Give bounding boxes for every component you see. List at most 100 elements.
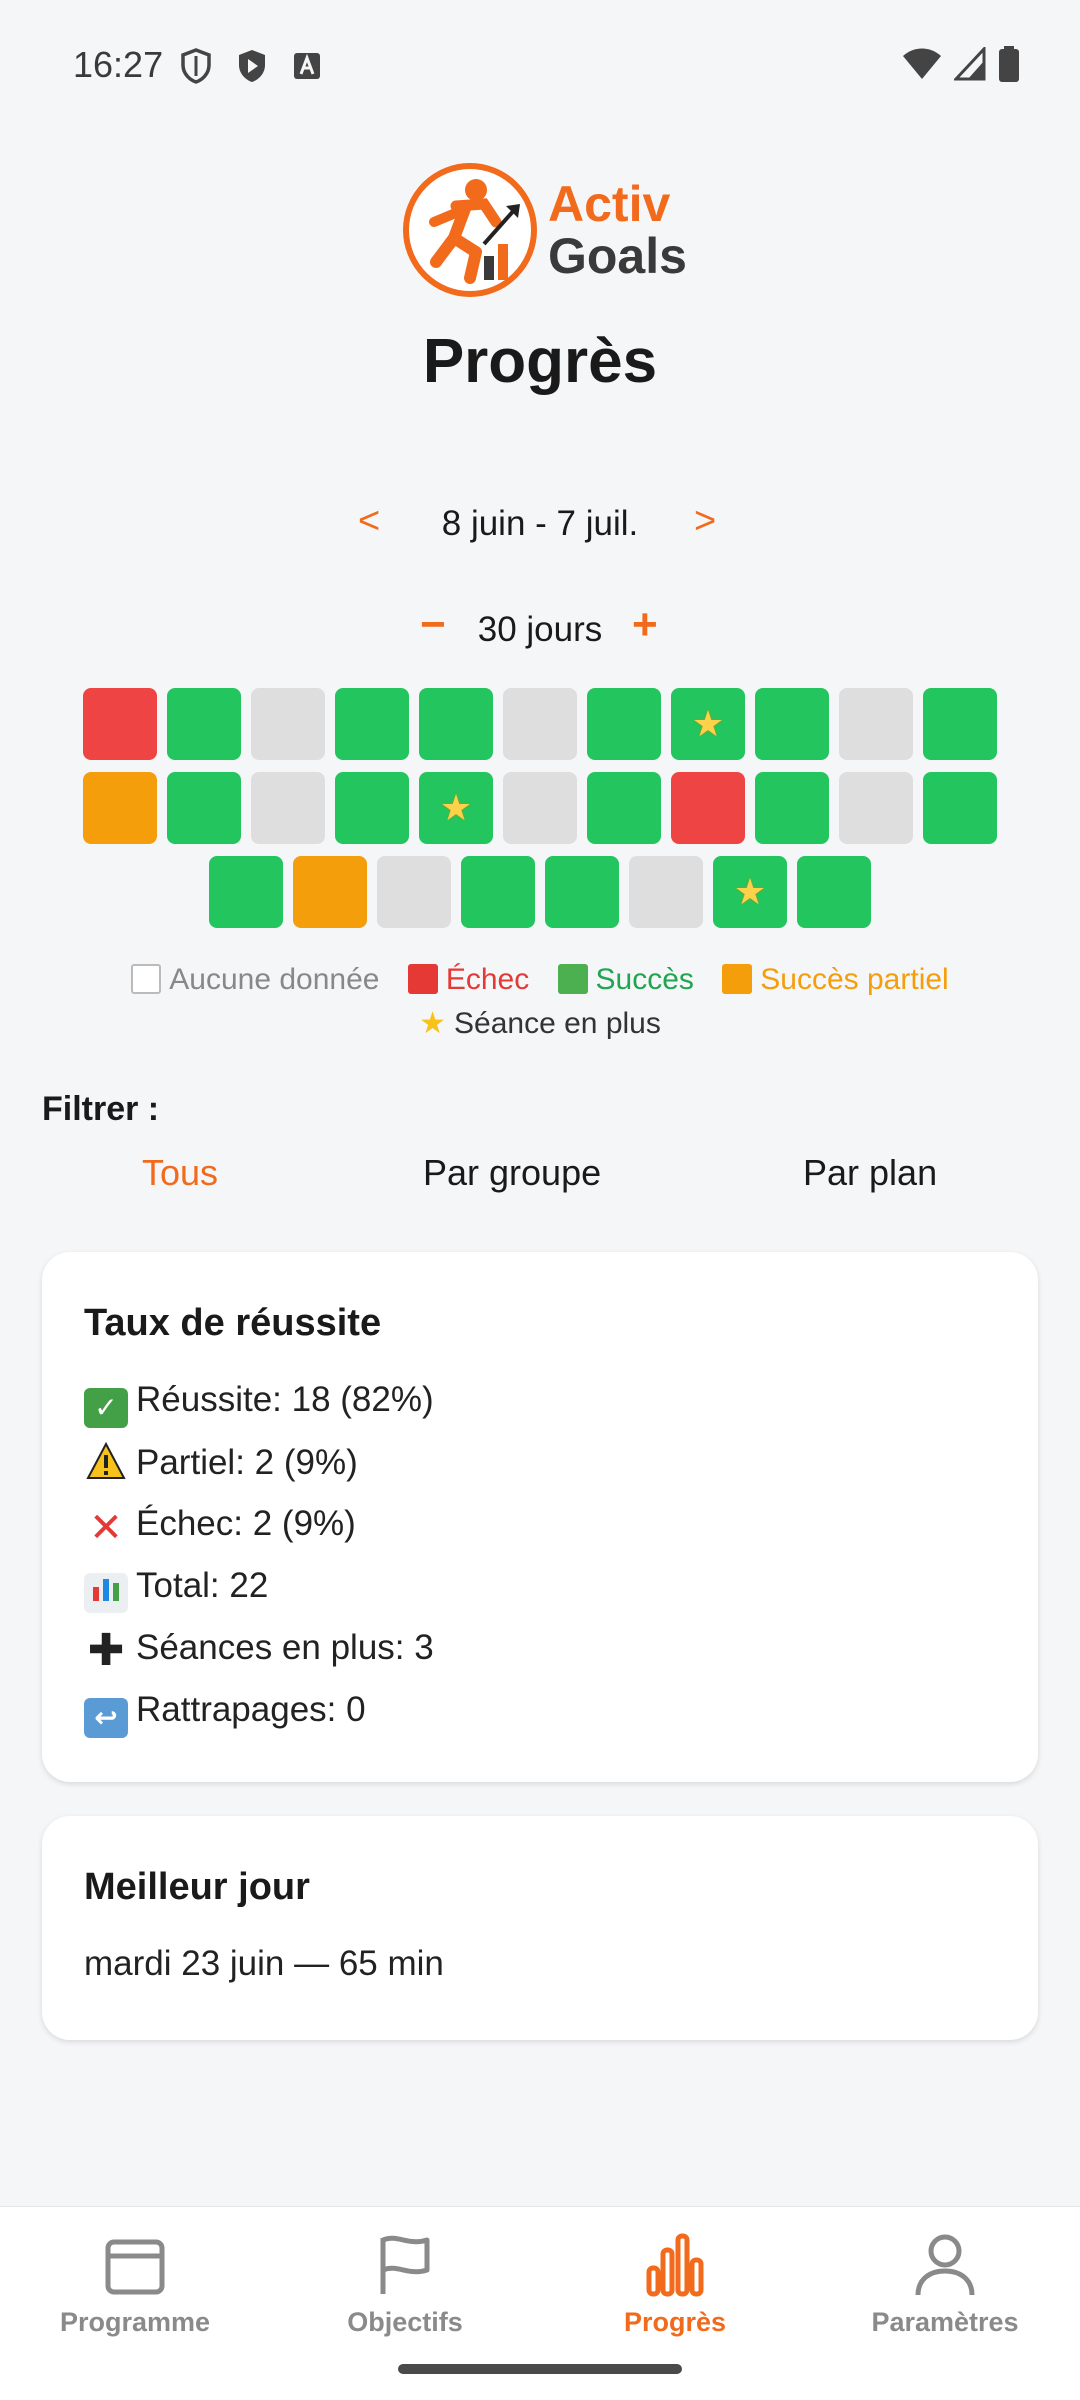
star-icon: ★: [733, 871, 767, 912]
user-icon: [915, 2234, 975, 2296]
return-arrow-icon: ↩: [84, 1698, 128, 1738]
calendar-icon: [105, 2239, 165, 2295]
page-title: Progrès: [422, 327, 658, 396]
nav-objectifs[interactable]: Objectifs: [270, 2227, 540, 2338]
heatmap-cell-none[interactable]: [251, 688, 325, 760]
nav-progres[interactable]: Progrès: [540, 2227, 810, 2338]
heatmap-row: ★: [0, 688, 1080, 760]
stat-fail: ✕ Échec: 2 (9%): [84, 1504, 356, 1548]
filter-label: Filtrer :: [42, 1090, 160, 1128]
heatmap-row: ★: [0, 856, 1080, 928]
heatmap-cell-none[interactable]: [503, 772, 577, 844]
success-rate-card: Taux de réussite ✓ Réussite: 18 (82%) Par…: [42, 1252, 1038, 1782]
heatmap-cell-success[interactable]: [209, 856, 283, 928]
app-logo: Activ Goals: [400, 160, 690, 300]
heatmap-cell-none[interactable]: [839, 772, 913, 844]
logo-wordmark: Activ Goals: [548, 179, 687, 281]
heatmap-legend: Aucune donnée Échec Succès Succès partie…: [0, 958, 1080, 1046]
heatmap-cell-success[interactable]: [461, 856, 535, 928]
heatmap-cell-success[interactable]: ★: [671, 688, 745, 760]
status-notification-icons: [180, 48, 322, 84]
stat-total: Total: 22: [84, 1566, 268, 1613]
battery-icon: [999, 46, 1019, 82]
bar-chart-nav-icon: [646, 2233, 704, 2297]
heatmap-cell-none[interactable]: [629, 856, 703, 928]
shield-outline-icon: [181, 48, 211, 84]
star-icon: ★: [419, 1007, 447, 1040]
heatmap-cell-success[interactable]: [335, 688, 409, 760]
nav-label-programme: Programme: [59, 2307, 211, 2337]
next-period-button[interactable]: >: [694, 500, 716, 543]
bar-chart-icon: [84, 1573, 128, 1613]
legend-fail: Échec: [407, 963, 529, 996]
legend-success-swatch-icon: [557, 964, 588, 994]
legend-partial-swatch-icon: [722, 964, 753, 994]
legend-success: Succès: [557, 963, 694, 996]
nav-parametres[interactable]: Paramètres: [810, 2227, 1080, 2338]
heatmap-cell-partial[interactable]: [83, 772, 157, 844]
filter-tab-by-group[interactable]: Par groupe: [423, 1152, 601, 1194]
warning-icon: [84, 1441, 128, 1482]
heatmap-cell-success[interactable]: [545, 856, 619, 928]
nav-programme[interactable]: Programme: [0, 2227, 270, 2338]
heatmap-cell-none[interactable]: [503, 688, 577, 760]
heatmap-cell-none[interactable]: [839, 688, 913, 760]
stat-success: ✓ Réussite: 18 (82%): [84, 1380, 434, 1428]
star-icon: ★: [439, 787, 473, 828]
filter-tab-by-plan[interactable]: Par plan: [803, 1152, 937, 1194]
heatmap-cell-fail[interactable]: [671, 772, 745, 844]
translate-icon: [294, 53, 320, 79]
signal-icon: [954, 47, 986, 81]
filter-tab-all[interactable]: Tous: [142, 1152, 218, 1194]
legend-none: Aucune donnée: [131, 963, 379, 996]
cross-mark-icon: ✕: [89, 1506, 123, 1550]
heatmap-cell-none[interactable]: [251, 772, 325, 844]
legend-partial: Succès partiel: [722, 963, 949, 996]
nav-label-objectifs: Objectifs: [347, 2307, 463, 2337]
heatmap-row: ★: [0, 772, 1080, 844]
status-time: 16:27: [73, 44, 164, 85]
filter-tabs: Tous Par groupe Par plan: [0, 1152, 1080, 1202]
status-bar: 16:27: [0, 0, 1080, 130]
increase-days-button[interactable]: +: [632, 600, 658, 650]
legend-none-swatch-icon: [131, 964, 162, 994]
logo-text-goals: Goals: [548, 228, 687, 284]
date-range-label: 8 juin - 7 juil.: [441, 504, 639, 543]
runner-logo-icon: [403, 163, 537, 297]
nav-label-parametres: Paramètres: [871, 2307, 1019, 2337]
home-indicator[interactable]: [398, 2364, 682, 2374]
heatmap-cell-success[interactable]: [335, 772, 409, 844]
legend-extra: ★ Séance en plus: [419, 1007, 661, 1040]
best-day-title: Meilleur jour: [84, 1866, 310, 1908]
heatmap-cell-success[interactable]: [587, 772, 661, 844]
heatmap-cell-success[interactable]: [923, 688, 997, 760]
best-day-card: Meilleur jour mardi 23 juin — 65 min: [42, 1816, 1038, 2040]
legend-fail-swatch-icon: [407, 964, 438, 994]
heatmap-cell-success[interactable]: [797, 856, 871, 928]
wifi-icon: [903, 48, 941, 79]
shield-play-icon: [239, 50, 265, 82]
logo-text-activ: Activ: [548, 176, 671, 232]
check-mark-icon: ✓: [84, 1388, 128, 1428]
heatmap-cell-partial[interactable]: [293, 856, 367, 928]
best-day-value: mardi 23 juin — 65 min: [84, 1944, 444, 1983]
days-range-nav: − 30 jours +: [0, 600, 1080, 654]
heatmap-cell-success[interactable]: [587, 688, 661, 760]
date-range-nav: < 8 juin - 7 juil. >: [0, 500, 1080, 550]
star-icon: ★: [691, 703, 725, 744]
heatmap-cell-success[interactable]: ★: [713, 856, 787, 928]
heatmap-cell-fail[interactable]: [83, 688, 157, 760]
app-screen: 16:27 Activ Goals Progrès < 8 juin - 7 j…: [0, 0, 1080, 2400]
nav-label-progres: Progrès: [623, 2307, 727, 2337]
heatmap-cell-success[interactable]: [167, 688, 241, 760]
heatmap-cell-success[interactable]: [167, 772, 241, 844]
plus-icon: ✚: [87, 1626, 125, 1675]
heatmap-cell-none[interactable]: [377, 856, 451, 928]
heatmap-cell-success[interactable]: [923, 772, 997, 844]
days-range-label: 30 jours: [477, 610, 603, 649]
heatmap-cell-success[interactable]: [755, 688, 829, 760]
heatmap-cell-success[interactable]: [755, 772, 829, 844]
stat-partial: Partiel: 2 (9%): [84, 1441, 358, 1483]
heatmap-cell-success[interactable]: ★: [419, 772, 493, 844]
heatmap-cell-success[interactable]: [419, 688, 493, 760]
